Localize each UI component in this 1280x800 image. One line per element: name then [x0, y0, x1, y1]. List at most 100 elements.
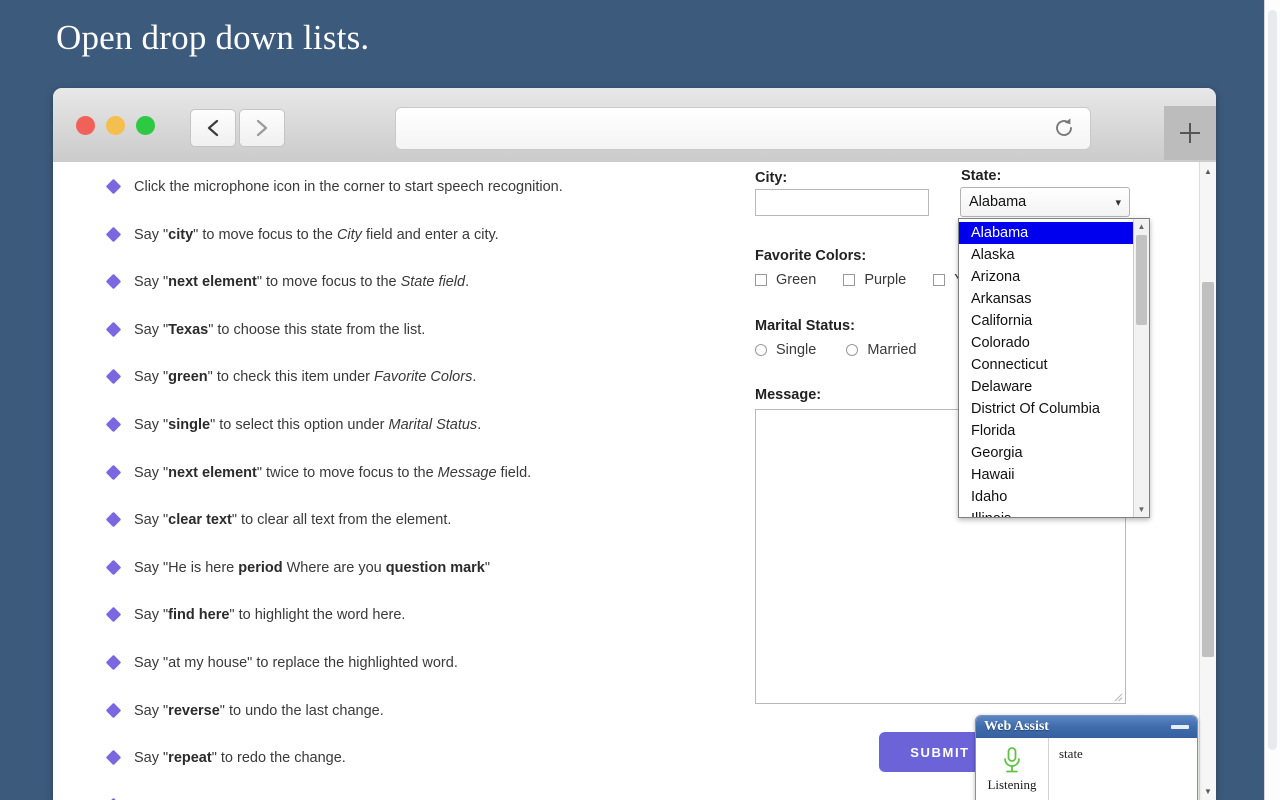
- transcript-text: state: [1049, 738, 1197, 800]
- color-checkbox[interactable]: [755, 274, 767, 286]
- scroll-up-icon[interactable]: ▲: [1134, 219, 1149, 234]
- window-controls: [76, 116, 155, 135]
- document-scroll-thumb[interactable]: [1268, 10, 1277, 750]
- browser-toolbar: [53, 88, 1216, 163]
- close-window-button[interactable]: [76, 116, 95, 135]
- page-scrollbar[interactable]: ▲ ▼: [1199, 162, 1216, 800]
- reload-icon: [1052, 116, 1076, 140]
- state-select[interactable]: Alabama ▾: [960, 187, 1130, 217]
- back-button[interactable]: [190, 109, 236, 147]
- state-select-value: Alabama: [969, 194, 1026, 210]
- marital-radio-label: Single: [776, 342, 816, 358]
- marital-status-group: Single Married: [755, 342, 937, 358]
- state-option[interactable]: Connecticut: [959, 354, 1134, 376]
- marital-radio[interactable]: [846, 344, 858, 356]
- instruction-item: Say "at my house" to replace the highlig…: [103, 654, 623, 702]
- bullet-diamond-icon: [106, 179, 122, 195]
- instruction-text: Say "at my house" to replace the highlig…: [134, 654, 458, 672]
- web-assist-title: Web Assist: [984, 719, 1049, 735]
- bullet-diamond-icon: [106, 750, 122, 766]
- bullet-diamond-icon: [106, 655, 122, 671]
- instruction-text: Say "find here" to highlight the word he…: [134, 606, 405, 624]
- state-option[interactable]: Florida: [959, 420, 1134, 442]
- city-label: City:: [755, 170, 787, 186]
- state-option-list: AlabamaAlaskaArizonaArkansasCaliforniaCo…: [959, 222, 1134, 518]
- web-assist-widget: Web Assist Listening state: [975, 715, 1198, 800]
- maximize-window-button[interactable]: [136, 116, 155, 135]
- bullet-diamond-icon: [106, 464, 122, 480]
- marital-radio-label: Married: [867, 342, 916, 358]
- instruction-text: Say "clear text" to clear all text from …: [134, 511, 451, 529]
- state-option[interactable]: Alabama: [959, 222, 1134, 244]
- forward-button[interactable]: [239, 109, 285, 147]
- document-scrollbar[interactable]: [1264, 0, 1280, 800]
- state-option[interactable]: Hawaii: [959, 464, 1134, 486]
- microphone-icon: [1001, 746, 1023, 776]
- city-input[interactable]: [755, 189, 929, 216]
- state-option[interactable]: District Of Columbia: [959, 398, 1134, 420]
- bullet-diamond-icon: [106, 559, 122, 575]
- instruction-text: Say "next element" to move focus to the …: [134, 273, 469, 291]
- color-checkbox[interactable]: [933, 274, 945, 286]
- bullet-diamond-icon: [106, 607, 122, 623]
- instruction-item: Say "He is here period Where are you que…: [103, 559, 623, 607]
- state-option[interactable]: Arizona: [959, 266, 1134, 288]
- new-tab-button[interactable]: [1164, 106, 1216, 160]
- state-option[interactable]: Colorado: [959, 332, 1134, 354]
- state-option[interactable]: Illinois: [959, 508, 1134, 518]
- microphone-button[interactable]: Listening: [976, 738, 1049, 800]
- minimize-button[interactable]: [1171, 725, 1189, 729]
- page-scroll-thumb[interactable]: [1202, 282, 1214, 657]
- listening-status: Listening: [987, 777, 1036, 793]
- bullet-diamond-icon: [106, 417, 122, 433]
- state-option[interactable]: Georgia: [959, 442, 1134, 464]
- state-option[interactable]: Idaho: [959, 486, 1134, 508]
- resize-grip-icon[interactable]: [1113, 692, 1123, 702]
- color-checkbox-label: Purple: [864, 272, 906, 288]
- instruction-item: Say "clear text" to clear all text from …: [103, 511, 623, 559]
- page-scroll-up-icon[interactable]: ▲: [1200, 163, 1216, 179]
- instruction-text: Say "city" to move focus to the City fie…: [134, 226, 499, 244]
- slide-root: Open drop down lists.: [0, 0, 1280, 800]
- page-scroll-down-icon[interactable]: ▼: [1200, 783, 1216, 799]
- favorite-colors-label: Favorite Colors:: [755, 248, 866, 264]
- bullet-diamond-icon: [106, 702, 122, 718]
- state-option[interactable]: California: [959, 310, 1134, 332]
- instruction-list: Click the microphone icon in the corner …: [103, 178, 623, 800]
- dropdown-scroll-thumb[interactable]: [1136, 235, 1147, 325]
- instruction-item: Click the microphone icon in the corner …: [103, 178, 623, 226]
- scroll-down-icon[interactable]: ▼: [1134, 502, 1149, 517]
- minimize-window-button[interactable]: [106, 116, 125, 135]
- instruction-item: Say "next element" twice to move focus t…: [103, 464, 623, 512]
- marital-radio[interactable]: [755, 344, 767, 356]
- state-option[interactable]: Arkansas: [959, 288, 1134, 310]
- marital-status-label: Marital Status:: [755, 318, 855, 334]
- instruction-item: Say "single" to select this option under…: [103, 416, 623, 464]
- bullet-diamond-icon: [106, 512, 122, 528]
- instruction-item: Say "city" to move focus to the City fie…: [103, 226, 623, 274]
- instruction-item: Say "Texas" to choose this state from th…: [103, 321, 623, 369]
- state-dropdown-list[interactable]: AlabamaAlaskaArizonaArkansasCaliforniaCo…: [958, 218, 1150, 518]
- instruction-item: Say "repeat" to redo the change.: [103, 749, 623, 797]
- color-checkbox-label: Green: [776, 272, 816, 288]
- state-option[interactable]: Delaware: [959, 376, 1134, 398]
- page-viewport: Click the microphone icon in the corner …: [53, 162, 1216, 800]
- instruction-text: Say "repeat" to redo the change.: [134, 749, 346, 767]
- state-option[interactable]: Alaska: [959, 244, 1134, 266]
- bullet-diamond-icon: [106, 369, 122, 385]
- color-checkbox[interactable]: [843, 274, 855, 286]
- chevron-down-icon: ▾: [1115, 196, 1121, 209]
- instruction-text: Say "He is here period Where are you que…: [134, 559, 490, 577]
- instruction-text: Say "Texas" to choose this state from th…: [134, 321, 425, 339]
- dropdown-scrollbar[interactable]: ▲ ▼: [1133, 219, 1149, 517]
- address-bar[interactable]: [395, 107, 1091, 150]
- chevron-right-icon: [255, 118, 269, 138]
- browser-window: Click the microphone icon in the corner …: [53, 88, 1216, 800]
- web-assist-body: Listening state: [976, 738, 1197, 800]
- message-label: Message:: [755, 387, 821, 403]
- instruction-item: Say "next element" to move focus to the …: [103, 273, 623, 321]
- state-label: State:: [961, 168, 1001, 184]
- instruction-text: Click the microphone icon in the corner …: [134, 178, 563, 196]
- reload-button[interactable]: [1052, 116, 1076, 140]
- chevron-left-icon: [206, 118, 220, 138]
